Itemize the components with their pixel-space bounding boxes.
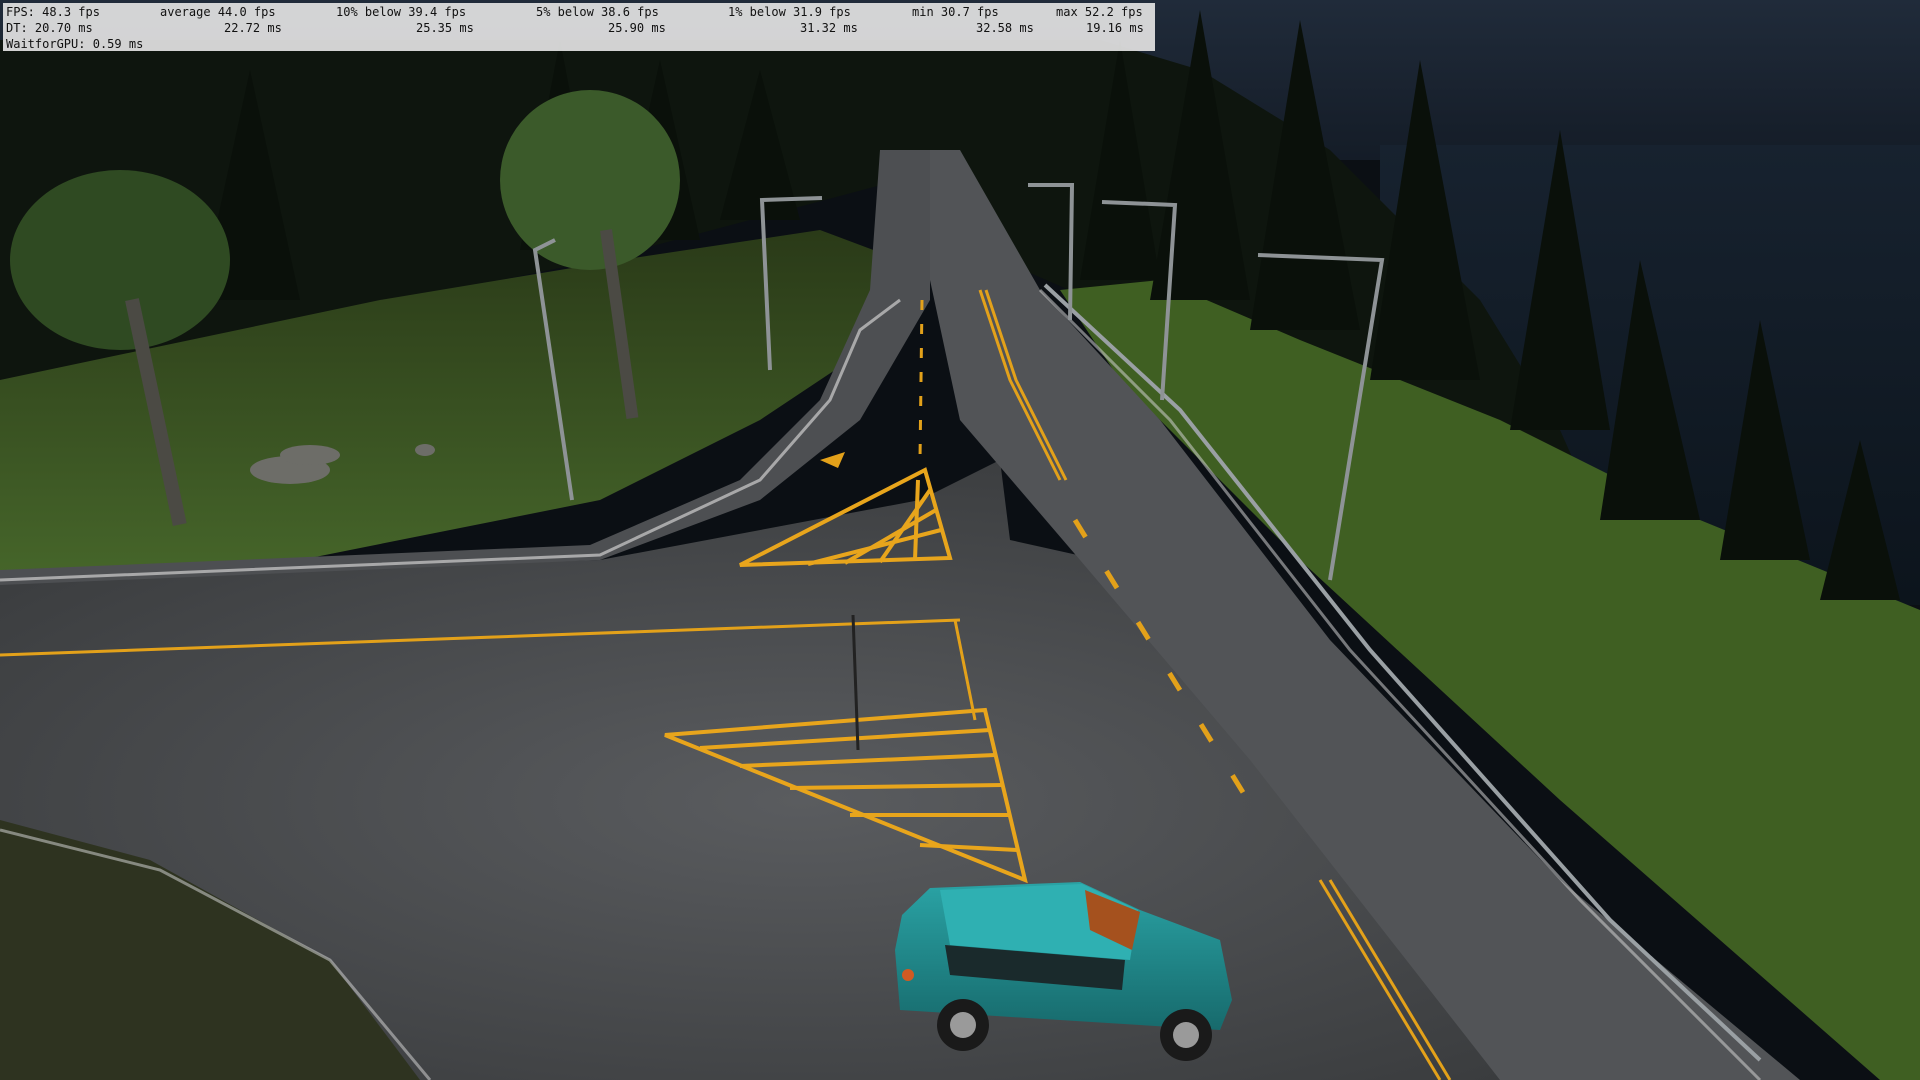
scene-render — [0, 0, 1920, 1080]
stat-average-ms: 22.72 ms — [224, 21, 282, 35]
stat-min-ms: 32.58 ms — [976, 21, 1034, 35]
fps-cell: FPS: 48.3 fps — [6, 4, 100, 20]
wait-row: WaitforGPU: 0.59 ms — [6, 36, 1152, 52]
wait-label: WaitforGPU: — [6, 37, 86, 51]
fps-label: FPS: — [6, 5, 35, 19]
stat-max-ms: 19.16 ms — [1086, 21, 1144, 35]
stat-5pct-fps: 5% below 38.6 fps — [536, 5, 659, 19]
stat-min-fps: min 30.7 fps — [912, 5, 999, 19]
stat-1pct-ms: 31.32 ms — [800, 21, 858, 35]
stat-10pct-fps: 10% below 39.4 fps — [336, 5, 467, 19]
fps-value: 48.3 fps — [42, 5, 100, 19]
stat-1pct-fps: 1% below 31.9 fps — [728, 5, 851, 19]
tail-light — [902, 969, 914, 981]
dt-label: DT: — [6, 21, 28, 35]
performance-overlay: FPS: 48.3 fps average 44.0 fps 10% below… — [3, 3, 1155, 51]
fps-row: FPS: 48.3 fps average 44.0 fps 10% below… — [6, 4, 1152, 20]
stat-max-fps: max 52.2 fps — [1056, 5, 1143, 19]
wait-value: 0.59 ms — [92, 37, 144, 51]
stat-average-fps: average 44.0 fps — [160, 5, 276, 19]
stat-10pct-ms: 25.35 ms — [416, 21, 474, 35]
game-viewport[interactable]: FPS: 48.3 fps average 44.0 fps 10% below… — [0, 0, 1920, 1080]
road-arrow — [820, 452, 845, 468]
dt-row: DT: 20.70 ms 22.72 ms 25.35 ms 25.90 ms … — [6, 20, 1152, 36]
stat-5pct-ms: 25.90 ms — [608, 21, 666, 35]
wait-cell: WaitforGPU: 0.59 ms — [6, 36, 143, 52]
dt-value: 20.70 ms — [34, 21, 93, 35]
dt-cell: DT: 20.70 ms — [6, 20, 93, 36]
